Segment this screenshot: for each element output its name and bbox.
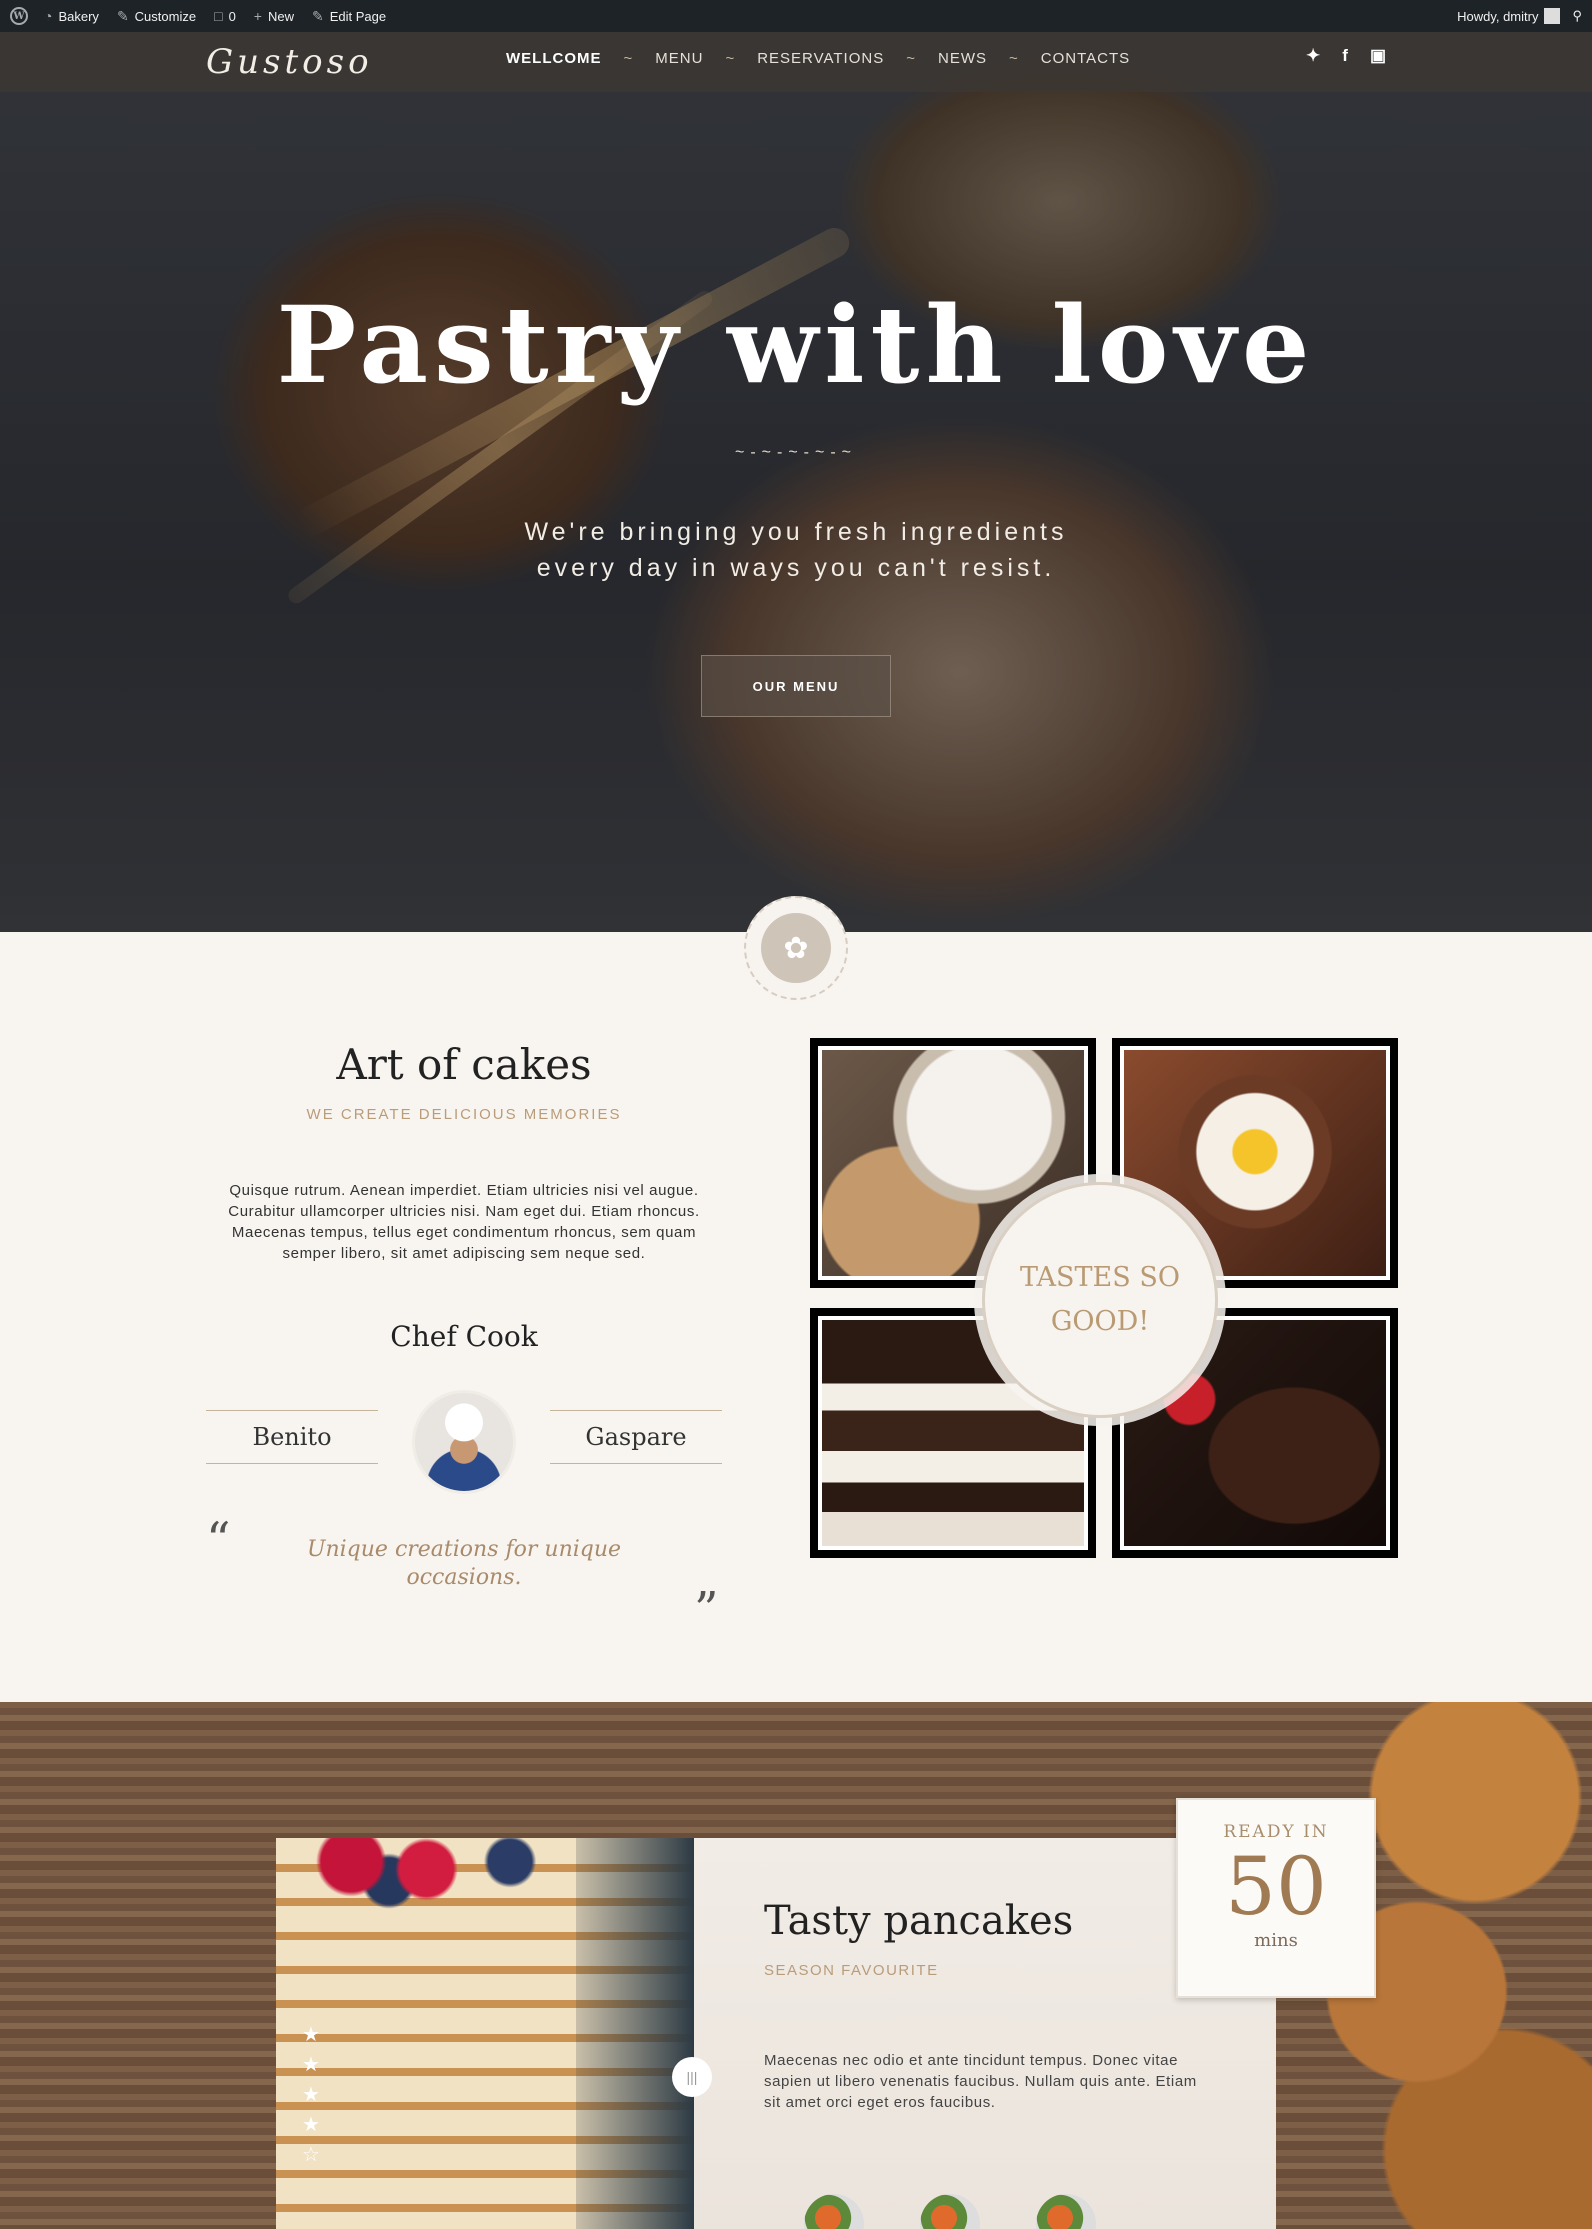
admin-comments-count: 0 [228, 8, 236, 24]
about-title: Art of cakes [336, 1040, 592, 1089]
admin-new-link[interactable]: + New [254, 8, 294, 24]
comment-icon: □ [214, 8, 223, 24]
section-badge: ✿ [744, 896, 848, 1000]
about-text: Quisque rutrum. Aenean imperdiet. Etiam … [228, 1182, 700, 1262]
site-logo[interactable]: Gustoso [206, 42, 373, 82]
chef-title: Chef Cook [390, 1320, 538, 1353]
thumb-image[interactable] [920, 2194, 980, 2229]
chef-quote: Unique creations for unique occasions. [306, 1537, 622, 1590]
nav-separator: ~ [623, 50, 634, 67]
star-filled-icon: ★ [302, 2084, 320, 2106]
admin-site-link[interactable]: ◔ Bakery [44, 8, 99, 24]
nav-item-news[interactable]: NEWS [928, 50, 997, 67]
facebook-icon[interactable]: f [1342, 46, 1348, 66]
quote-open-mark: “ [206, 1512, 231, 1568]
feature-subtitle: SEASON FAVOURITE [764, 1962, 939, 1979]
nav-separator: ~ [725, 50, 736, 67]
ready-label: READY IN [1223, 1822, 1329, 1842]
admin-bar: W ◔ Bakery ✎ Customize □ 0 + New ✎ Edit Page … [0, 0, 1592, 32]
feature-title: Tasty pancakes [764, 1898, 1074, 1944]
nav-item-contacts[interactable]: CONTACTS [1031, 50, 1140, 67]
search-icon[interactable]: ⚲ [1572, 8, 1582, 24]
tastes-good-seal: TASTES SO GOOD! [982, 1182, 1218, 1418]
star-filled-icon: ★ [302, 2054, 320, 2076]
admin-new-label: New [267, 8, 294, 24]
star-empty-icon: ☆ [302, 2144, 320, 2166]
nav-separator: ~ [906, 50, 916, 67]
nav-menu: WELLCOME ~ MENU ~ RESERVATIONS ~ NEWS ~ … [496, 50, 1140, 67]
seal-line-1: TASTES SO [1020, 1262, 1180, 1293]
nav-separator: ~ [1009, 50, 1019, 67]
admin-edit-label: Edit Page [329, 8, 387, 24]
feature-text: Maecenas nec odio et ante tincidunt temp… [764, 2052, 1197, 2111]
nav-item-reservations[interactable]: RESERVATIONS [747, 50, 894, 67]
hero-section: Gustoso WELLCOME ~ MENU ~ RESERVATIONS ~… [0, 32, 1592, 932]
pencil-icon: ✎ [312, 7, 324, 24]
slider-drag-handle-icon[interactable]: ||| [672, 2057, 712, 2097]
about-section: Art of cakes WE CREATE DELICIOUS MEMORIE… [0, 932, 1592, 1702]
main-nav: Gustoso WELLCOME ~ MENU ~ RESERVATIONS ~… [0, 32, 1592, 92]
twitter-icon[interactable]: ✦ [1306, 46, 1320, 66]
admin-comments-link[interactable]: □ 0 [214, 8, 236, 24]
admin-howdy[interactable]: Howdy, dmitry [1457, 9, 1538, 24]
bread-icon: ✿ [761, 913, 831, 983]
chef-last-name: Gaspare [550, 1410, 722, 1464]
quote-close-mark: ” [694, 1582, 719, 1638]
thumb-image[interactable] [1036, 2194, 1096, 2229]
pancake-image [276, 1838, 694, 2229]
ready-in-badge: READY IN 50 mins [1176, 1798, 1376, 1998]
dashboard-icon: ◔ [44, 8, 53, 24]
thumb-image[interactable] [804, 2194, 864, 2229]
admin-edit-link[interactable]: ✎ Edit Page [312, 8, 386, 25]
chef-row: Benito Gaspare [206, 1390, 722, 1494]
nav-item-menu[interactable]: MENU [645, 50, 713, 67]
hero-subtitle-line-2: every day in ways you can't resist. [536, 554, 1056, 582]
ready-unit: mins [1254, 1930, 1298, 1951]
nav-item-wellcome[interactable]: WELLCOME [496, 50, 612, 67]
admin-avatar[interactable] [1544, 8, 1561, 24]
admin-customize-link[interactable]: ✎ Customize [117, 8, 196, 25]
rating-stars: ★ ★ ★ ★ ☆ [302, 2020, 320, 2170]
instagram-icon[interactable]: ▣ [1370, 46, 1386, 66]
pancake-image-shade [576, 1838, 694, 2229]
chef-first-name: Benito [206, 1410, 378, 1464]
admin-site-label: Bakery [58, 8, 99, 24]
ready-value: 50 [1225, 1840, 1327, 1933]
brush-icon: ✎ [116, 7, 129, 24]
social-links: ✦ f ▣ [1284, 46, 1386, 66]
plus-icon: + [253, 8, 262, 24]
hero-divider: ~-~-~-~-~ [734, 444, 858, 461]
wordpress-logo-icon[interactable]: W [10, 7, 28, 25]
star-filled-icon: ★ [302, 2024, 320, 2046]
admin-customize-label: Customize [134, 8, 197, 24]
hero-subtitle: We're bringing you fresh ingredients eve… [0, 514, 1592, 586]
seal-line-2: GOOD! [1050, 1306, 1150, 1337]
hero-title: Pastry with love [276, 282, 1316, 407]
chef-avatar [412, 1390, 516, 1494]
hero-subtitle-line-1: We're bringing you fresh ingredients [524, 518, 1068, 546]
about-subtitle: WE CREATE DELICIOUS MEMORIES [306, 1106, 622, 1123]
star-filled-icon: ★ [302, 2114, 320, 2136]
our-menu-button[interactable]: OUR MENU [701, 655, 891, 717]
feature-thumbs [804, 2194, 1152, 2229]
hero-overlay [0, 32, 1592, 932]
